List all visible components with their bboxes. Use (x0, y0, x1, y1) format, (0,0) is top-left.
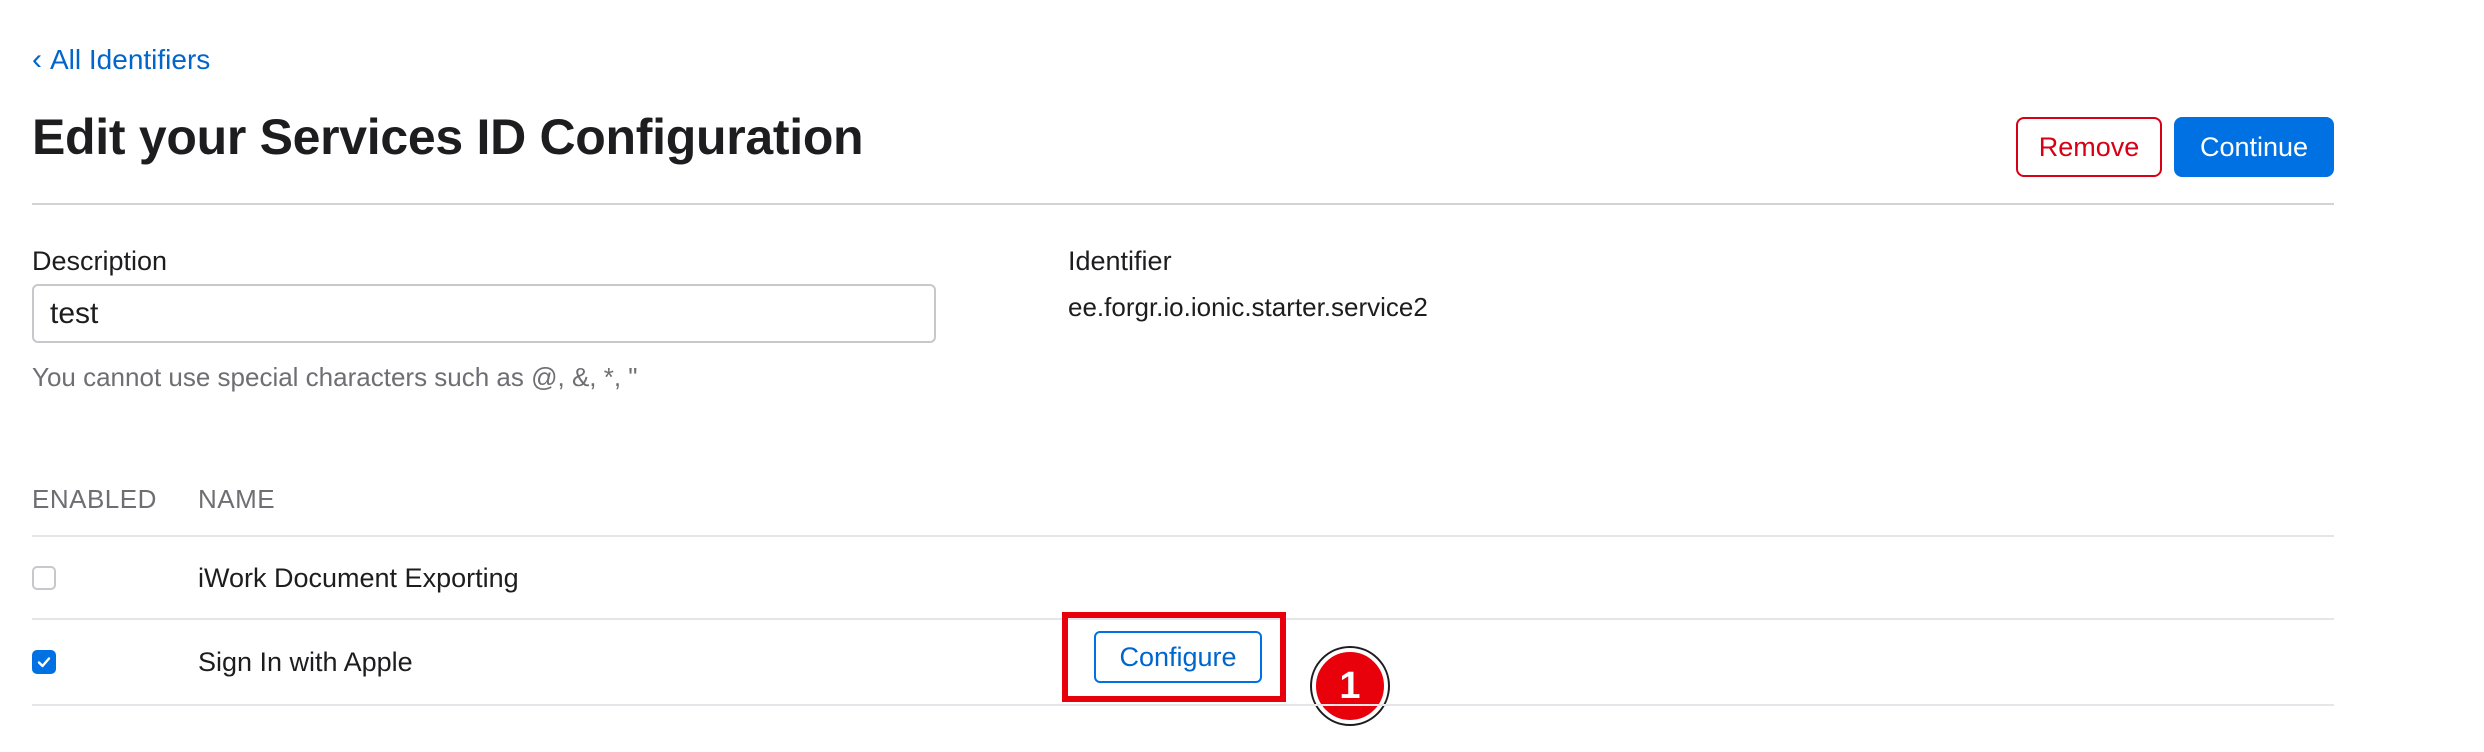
description-label: Description (32, 246, 168, 276)
back-link-label: All Identifiers (50, 44, 211, 75)
services-id-edit-page: ‹ All Identifiers Edit your Services ID … (32, 0, 2336, 752)
identifier-value: ee.forgr.io.ionic.starter.service2 (1068, 292, 1428, 322)
continue-button[interactable]: Continue (2174, 117, 2334, 177)
description-hint: You cannot use special characters such a… (32, 362, 638, 392)
column-header-name: NAME (198, 484, 276, 514)
capability-name: Sign In with Apple (198, 647, 413, 677)
page-title: Edit your Services ID Configuration (32, 109, 864, 165)
capability-name: iWork Document Exporting (198, 563, 519, 593)
remove-button[interactable]: Remove (2016, 117, 2162, 177)
annotation-step-badge: 1 (1312, 648, 1388, 724)
all-identifiers-link[interactable]: ‹ All Identifiers (32, 44, 210, 76)
chevron-left-icon: ‹ (32, 43, 42, 76)
table-divider (32, 535, 2334, 537)
header-divider (32, 203, 2334, 205)
description-input[interactable] (32, 284, 936, 343)
configure-button[interactable]: Configure (1094, 631, 1262, 683)
identifier-label: Identifier (1068, 246, 1172, 276)
checkmark-icon (37, 657, 51, 668)
column-header-enabled: ENABLED (32, 484, 157, 514)
enabled-checkbox-iwork[interactable] (32, 566, 56, 590)
enabled-checkbox-sign-in-with-apple[interactable] (32, 650, 56, 674)
table-divider (32, 704, 2334, 706)
